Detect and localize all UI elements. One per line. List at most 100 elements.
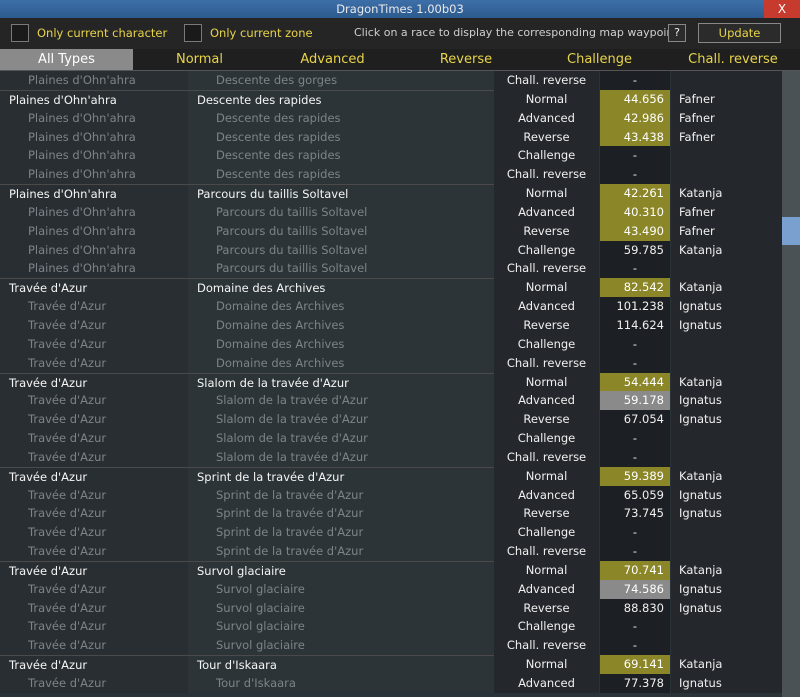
table-row[interactable]: Travée d'Azur Survol glaciaire Advanced 74.… — [0, 579, 782, 599]
zone-cell: Travée d'Azur — [0, 560, 188, 580]
table-row[interactable]: Travée d'Azur Slalom de la travée d'Azur C… — [0, 447, 782, 467]
race-cell: Survol glaciaire — [188, 636, 494, 656]
table-row[interactable]: Travée d'Azur Domaine des Archives Normal 8… — [0, 278, 782, 298]
type-cell: Chall. reverse — [494, 165, 599, 185]
tab-all-types[interactable]: All Types — [0, 49, 133, 70]
player-cell: Fafner — [671, 221, 782, 241]
player-cell: Katanja — [671, 240, 782, 260]
type-cell: Advanced — [494, 202, 599, 222]
table-row[interactable]: Plaines d'Ohn'ahra Parcours du taillis So… — [0, 259, 782, 279]
table-row[interactable]: Travée d'Azur Slalom de la travée d'Azur C… — [0, 429, 782, 448]
race-cell: Slalom de la travée d'Azur — [188, 372, 494, 392]
player-cell — [671, 146, 782, 166]
help-button[interactable]: ? — [668, 24, 686, 42]
table-row[interactable]: Plaines d'Ohn'ahra Descente des rapides Re… — [0, 127, 782, 147]
table-row[interactable]: Travée d'Azur Sprint de la travée d'Azur C… — [0, 542, 782, 561]
race-cell: Slalom de la travée d'Azur — [188, 447, 494, 467]
table-row[interactable]: Travée d'Azur Slalom de la travée d'Azur N… — [0, 372, 782, 392]
scrollbar-thumb[interactable] — [782, 217, 800, 245]
type-cell: Reverse — [494, 410, 599, 430]
race-cell: Slalom de la travée d'Azur — [188, 391, 494, 411]
update-button[interactable]: Update — [698, 23, 781, 43]
only-current-character-checkbox[interactable] — [11, 24, 29, 42]
race-cell: Tour d'Iskaara — [188, 674, 494, 693]
zone-cell: Plaines d'Ohn'ahra — [0, 221, 188, 241]
table-row[interactable]: Plaines d'Ohn'ahra Parcours du taillis So… — [0, 184, 782, 203]
table-row[interactable]: Travée d'Azur Domaine des Archives Chall. … — [0, 353, 782, 373]
player-cell: Fafner — [671, 89, 782, 109]
table-row[interactable]: Plaines d'Ohn'ahra Descente des rapides Ch… — [0, 146, 782, 166]
table-row[interactable]: Plaines d'Ohn'ahra Parcours du taillis So… — [0, 202, 782, 222]
zone-cell: Travée d'Azur — [0, 636, 188, 656]
type-cell: Normal — [494, 89, 599, 109]
race-cell: Domaine des Archives — [188, 297, 494, 316]
player-cell — [671, 165, 782, 185]
time-cell: 88.830 — [600, 598, 670, 618]
zone-cell: Plaines d'Ohn'ahra — [0, 259, 188, 279]
only-current-zone-checkbox[interactable] — [184, 24, 202, 42]
time-cell: 59.785 — [600, 240, 670, 260]
table-row[interactable]: Travée d'Azur Sprint de la travée d'Azur R… — [0, 504, 782, 524]
type-cell: Chall. reverse — [494, 71, 599, 90]
table-row[interactable]: Travée d'Azur Slalom de la travée d'Azur A… — [0, 391, 782, 411]
type-cell: Advanced — [494, 297, 599, 316]
tab-reverse[interactable]: Reverse — [399, 49, 533, 70]
close-button[interactable]: X — [764, 0, 800, 18]
race-cell: Survol glaciaire — [188, 560, 494, 580]
table-row[interactable]: Travée d'Azur Survol glaciaire Chall. reve… — [0, 636, 782, 656]
table-row[interactable]: Travée d'Azur Domaine des Archives Reverse… — [0, 315, 782, 335]
tab-chall-reverse[interactable]: Chall. reverse — [666, 49, 800, 70]
type-cell: Challenge — [494, 617, 599, 637]
table-row[interactable]: Plaines d'Ohn'ahra Descente des rapides Ch… — [0, 165, 782, 185]
table-row[interactable]: Travée d'Azur Domaine des Archives Advance… — [0, 297, 782, 316]
toolbar: Only current character Only current zone… — [0, 18, 800, 49]
type-cell: Advanced — [494, 485, 599, 505]
zone-cell: Travée d'Azur — [0, 353, 188, 373]
table-row[interactable]: Plaines d'Ohn'ahra Descente des rapides No… — [0, 89, 782, 109]
player-cell: Ignatus — [671, 315, 782, 335]
player-cell — [671, 447, 782, 467]
table-row[interactable]: Travée d'Azur Survol glaciaire Challenge - — [0, 617, 782, 637]
table-row[interactable]: Travée d'Azur Domaine des Archives Challen… — [0, 334, 782, 354]
tab-normal[interactable]: Normal — [133, 49, 266, 70]
table-row[interactable]: Travée d'Azur Tour d'Iskaara Normal 69.141 K… — [0, 655, 782, 674]
time-cell: - — [600, 334, 670, 354]
table-row[interactable]: Plaines d'Ohn'ahra Descente des rapides Ad… — [0, 108, 782, 128]
zone-cell: Travée d'Azur — [0, 579, 188, 599]
tab-challenge[interactable]: Challenge — [533, 49, 666, 70]
race-cell: Slalom de la travée d'Azur — [188, 429, 494, 448]
time-cell: 43.438 — [600, 127, 670, 147]
table-row[interactable]: Plaines d'Ohn'ahra Parcours du taillis So… — [0, 240, 782, 260]
type-cell: Advanced — [494, 391, 599, 411]
race-cell: Parcours du taillis Soltavel — [188, 221, 494, 241]
player-cell — [671, 542, 782, 561]
table-row[interactable]: Travée d'Azur Survol glaciaire Normal 70.74… — [0, 560, 782, 580]
player-cell — [671, 71, 782, 90]
race-cell: Parcours du taillis Soltavel — [188, 259, 494, 279]
race-cell: Domaine des Archives — [188, 334, 494, 354]
type-cell: Advanced — [494, 674, 599, 693]
player-cell: Katanja — [671, 184, 782, 203]
table-row[interactable]: Plaines d'Ohn'ahra Parcours du taillis So… — [0, 221, 782, 241]
scrollbar[interactable] — [782, 71, 800, 697]
player-cell: Fafner — [671, 202, 782, 222]
race-cell: Descente des rapides — [188, 165, 494, 185]
hint-text: Click on a race to display the correspon… — [354, 26, 682, 39]
zone-cell: Travée d'Azur — [0, 315, 188, 335]
time-cell: 101.238 — [600, 297, 670, 316]
table-row[interactable]: Travée d'Azur Sprint de la travée d'Azur C… — [0, 523, 782, 543]
zone-cell: Travée d'Azur — [0, 523, 188, 543]
time-cell: - — [600, 353, 670, 373]
player-cell: Ignatus — [671, 674, 782, 693]
table-row[interactable]: Travée d'Azur Sprint de la travée d'Azur N… — [0, 466, 782, 486]
table-row[interactable]: Travée d'Azur Tour d'Iskaara Advanced 77.37… — [0, 674, 782, 693]
table-row[interactable]: Travée d'Azur Survol glaciaire Reverse 88.8… — [0, 598, 782, 618]
player-cell — [671, 523, 782, 543]
tab-advanced[interactable]: Advanced — [266, 49, 399, 70]
table-row[interactable]: Travée d'Azur Slalom de la travée d'Azur R… — [0, 410, 782, 430]
type-cell: Challenge — [494, 523, 599, 543]
table-row[interactable]: Travée d'Azur Sprint de la travée d'Azur A… — [0, 485, 782, 505]
table-row[interactable]: Plaines d'Ohn'ahra Descente des gorges Cha… — [0, 71, 782, 90]
window-title: DragonTimes 1.00b03 — [336, 2, 464, 16]
type-cell: Reverse — [494, 127, 599, 147]
